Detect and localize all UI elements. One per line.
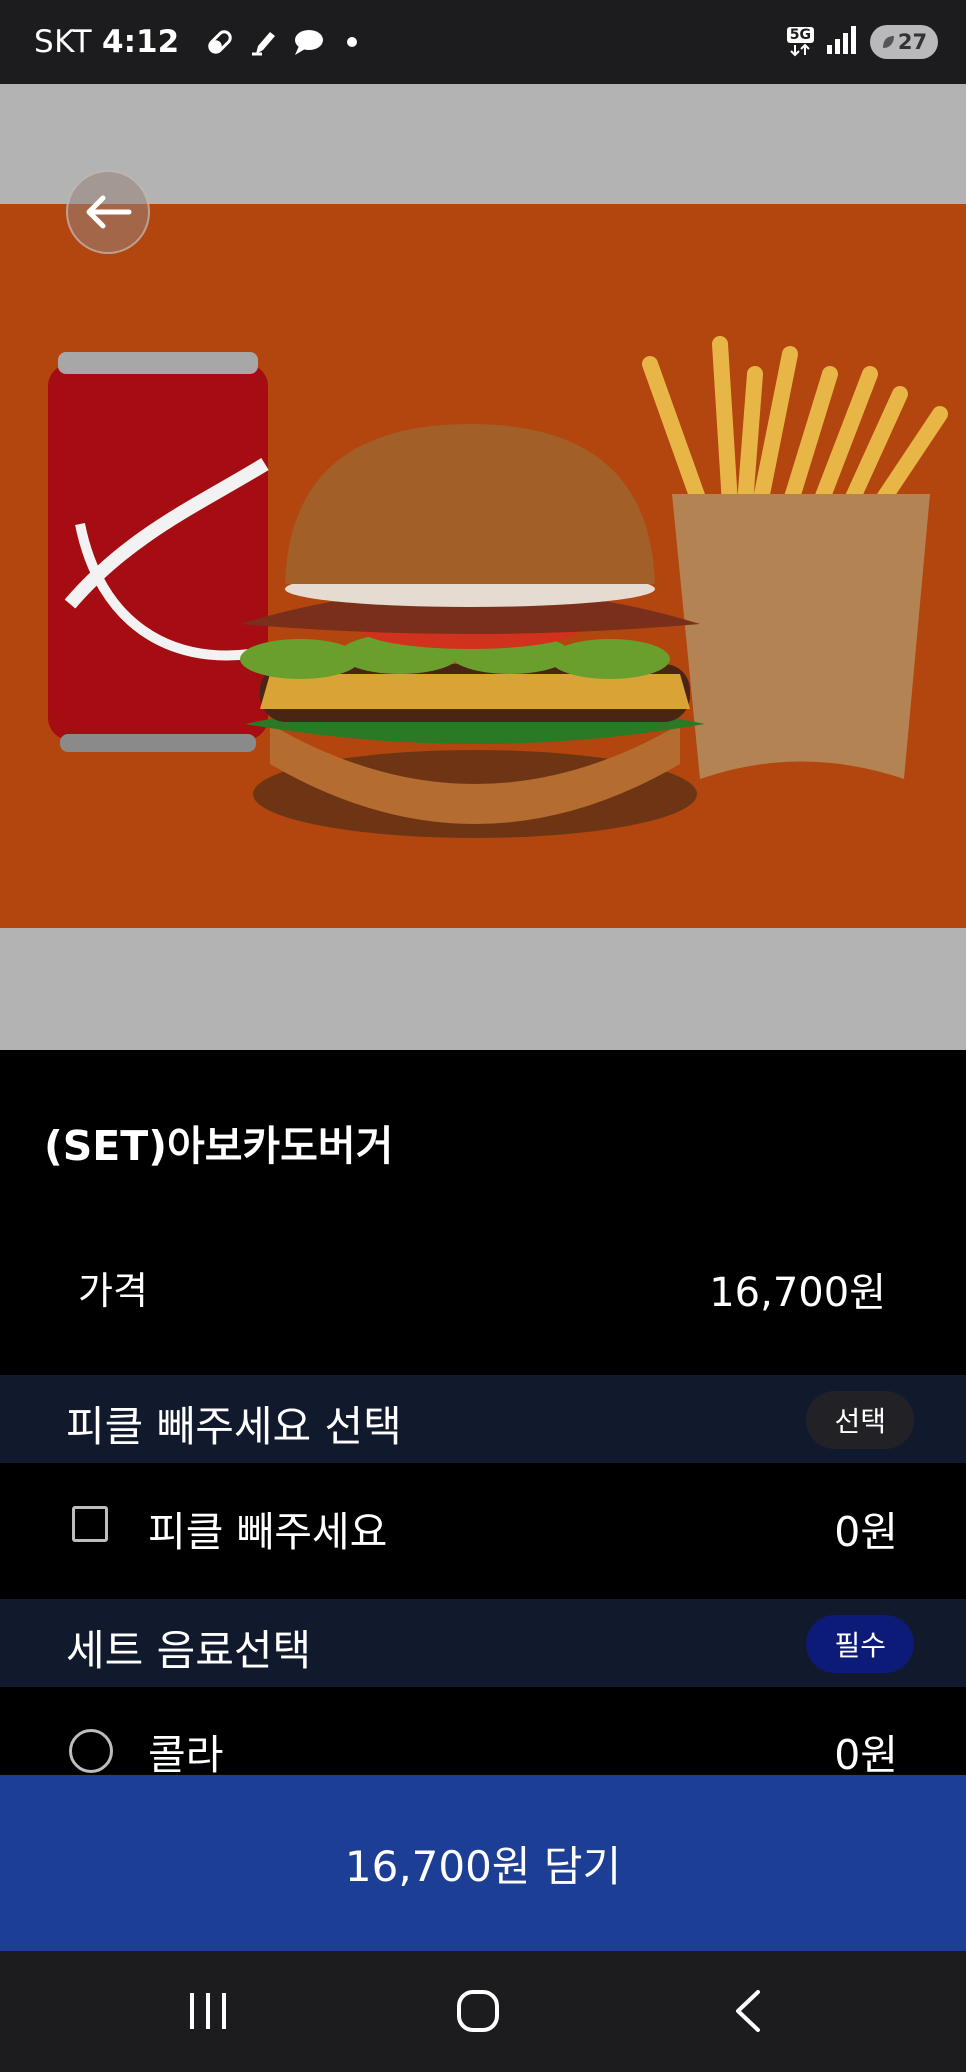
cola-can <box>48 352 269 752</box>
option-price: 0원 <box>834 1731 898 1779</box>
price-value: 16,700원 <box>709 1270 886 1316</box>
home-button[interactable] <box>418 1973 538 2049</box>
section-header-pickle: 피클 빼주세요 선택 선택 <box>0 1375 966 1463</box>
system-nav-bar <box>0 1951 966 2072</box>
section-title: 피클 빼주세요 선택 <box>66 1402 402 1451</box>
pill-icon <box>203 25 237 59</box>
network-5g-icon: 5G <box>786 27 814 57</box>
pen-icon <box>247 25 281 59</box>
back-nav-button[interactable] <box>688 1973 808 2049</box>
battery-indicator: 27 <box>870 25 938 59</box>
radio-button[interactable] <box>69 1729 113 1773</box>
signal-icon <box>826 25 858 59</box>
recent-apps-button[interactable] <box>148 1973 268 2049</box>
section-title: 세트 음료선택 <box>66 1626 312 1675</box>
checkbox[interactable] <box>72 1506 108 1542</box>
arrow-left-icon <box>86 195 132 229</box>
status-bar-left: SKT 4:12 <box>34 24 369 60</box>
clock: 4:12 <box>102 24 180 60</box>
price-label: 가격 <box>78 1269 148 1313</box>
option-no-pickle[interactable]: 피클 빼주세요 0원 <box>0 1470 966 1580</box>
option-price: 0원 <box>834 1508 898 1556</box>
chat-bubble-icon <box>291 25 325 59</box>
option-label: 콜라 <box>148 1731 224 1779</box>
network-label: 5G <box>786 27 814 43</box>
burger-set-photo <box>0 204 966 928</box>
product-title: (SET)아보카도버거 <box>44 1122 394 1170</box>
leaf-icon <box>882 36 894 48</box>
status-bar-right: 5G 27 <box>786 25 938 59</box>
carrier-label: SKT <box>34 24 93 60</box>
section-header-drink: 세트 음료선택 필수 <box>0 1599 966 1687</box>
home-icon <box>457 1990 499 2032</box>
required-badge: 필수 <box>806 1615 914 1673</box>
price-row: 가격 16,700원 <box>0 1240 966 1324</box>
chevron-left-icon <box>736 1990 760 2032</box>
option-label: 피클 빼주세요 <box>148 1508 388 1556</box>
dot-icon <box>335 25 369 59</box>
recent-apps-icon <box>190 1993 226 2029</box>
optional-badge: 선택 <box>806 1391 914 1449</box>
product-hero-image <box>0 84 966 1050</box>
back-button[interactable] <box>66 170 150 254</box>
status-bar: SKT 4:12 5G 27 <box>0 0 966 84</box>
battery-level: 27 <box>897 30 928 54</box>
add-to-cart-button[interactable]: 16,700원 담기 <box>0 1775 966 1951</box>
